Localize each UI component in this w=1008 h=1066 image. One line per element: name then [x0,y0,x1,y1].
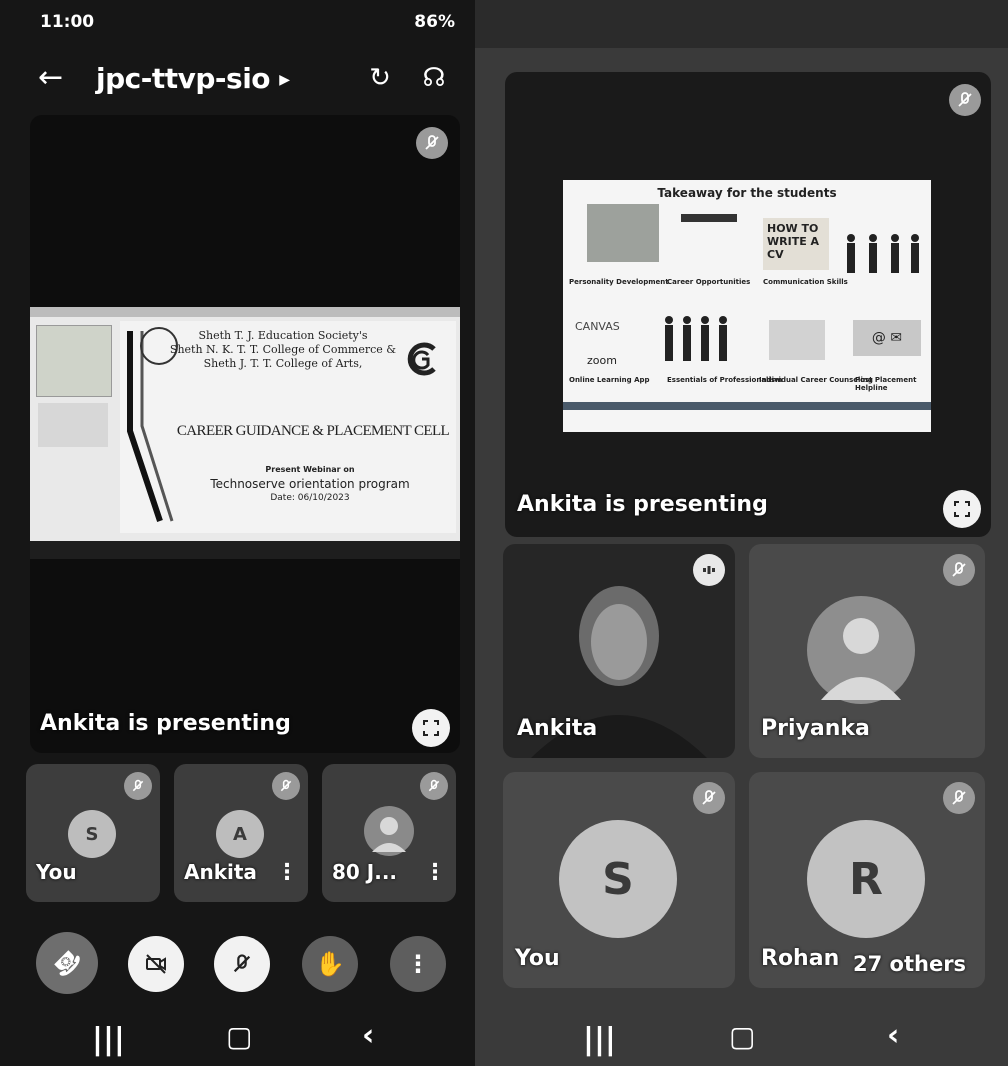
switch-camera-icon[interactable]: ↻ [364,62,396,94]
avatar: A [216,810,264,858]
more-options-icon[interactable]: ⋮ [276,860,298,885]
speaking-indicator-icon [693,554,725,586]
shared-slide: Takeaway for the students HOW TO WRITE A… [563,180,931,432]
presenting-label: Ankita is presenting [40,711,291,736]
mic-off-icon [233,954,251,973]
status-bar: 11:00 86% [40,12,455,38]
status-battery: 86% [414,12,455,32]
participant-name: Ankita [184,860,257,884]
slide-cv-graphic: HOW TO WRITE A CV [763,218,829,270]
slide-heading: CAREER GUIDANCE & PLACEMENT CELL [176,423,450,439]
professionals-icon [665,316,727,361]
participant-tile-you[interactable]: S You [26,764,160,902]
back-nav-icon[interactable]: ‹ [887,1018,899,1053]
business-people-icon [847,234,919,273]
slide-line-2: Sheth N. K. T. T. College of Commerce & [169,343,397,356]
left-phone-screen: 11:00 86% ← jpc-ttvp-sio ▶ ↻ ☊ Sheth T. … [0,0,475,1066]
others-count: 27 others [853,952,967,976]
headphones-icon[interactable]: ☊ [418,62,450,94]
phone-hangup-icon: ☎ [46,942,88,984]
fullscreen-icon[interactable] [412,709,450,747]
raise-hand-button[interactable]: ✋ [302,936,358,992]
end-call-button[interactable]: ☎ [36,932,98,994]
cell-logo-icon [402,339,442,379]
avatar: R [807,820,925,938]
participant-name: 80 J... [332,860,398,884]
mic-off-icon [272,772,300,800]
contact-icon: @ ✉ [853,320,921,356]
avatar: S [559,820,677,938]
mic-toggle-button[interactable] [214,936,270,992]
presenting-label: Ankita is presenting [517,492,768,517]
slide-thumbnail [36,325,112,397]
shared-screen: Sheth T. J. Education Society's Sheth N.… [30,307,460,559]
meeting-topbar: ← jpc-ttvp-sio ▶ ↻ ☊ [30,58,455,102]
recents-icon[interactable]: ||| [92,1022,125,1057]
mic-off-icon [943,782,975,814]
counseling-image [769,320,825,360]
zoom-logo: zoom [587,354,617,367]
participant-tile-80j[interactable]: 80 J... ⋮ [322,764,456,902]
meeting-code[interactable]: jpc-ttvp-sio ▶ [96,62,290,95]
hand-icon: ✋ [315,950,345,978]
taskbar [30,541,460,559]
slide-image [587,204,659,262]
slide-caption: Career Opportunities [667,278,751,286]
mic-off-icon [124,772,152,800]
slide-line-1: Sheth T. J. Education Society's [198,329,368,342]
profile-photo [807,596,915,704]
slide-caption: Personality Development [569,278,669,286]
participant-name: You [515,946,560,971]
participant-tile-ankita[interactable]: Ankita [503,544,735,758]
slide-date: Date: 06/10/2023 [270,493,350,503]
status-time: 11:00 [40,12,95,32]
mic-off-icon [949,84,981,116]
right-phone-screen: Takeaway for the students HOW TO WRITE A… [475,48,1008,1066]
avatar: S [68,810,116,858]
mic-off-icon [420,772,448,800]
mic-off-icon [943,554,975,586]
slide-caption: Communication Skills [763,278,848,286]
participant-tile-others[interactable]: R Rohan 27 others [749,772,985,988]
chevron-right-icon: ▶ [279,72,290,88]
participant-tile-you[interactable]: S You [503,772,735,988]
more-options-icon[interactable]: ⋮ [424,860,446,885]
profile-photo [364,806,414,856]
camera-toggle-button[interactable] [128,936,184,992]
participant-name: Priyanka [761,716,870,741]
back-arrow-icon[interactable]: ← [38,60,63,95]
presentation-tile[interactable]: Takeaway for the students HOW TO WRITE A… [505,72,991,537]
participant-name: Ankita [517,716,598,741]
slide-present: Present Webinar on [265,465,355,474]
recents-icon[interactable]: ||| [583,1022,616,1057]
home-icon[interactable]: ▢ [729,1020,755,1053]
participant-name: You [36,860,77,884]
slide-caption: Online Learning App [569,376,650,384]
home-icon[interactable]: ▢ [226,1020,252,1053]
fullscreen-icon[interactable] [943,490,981,528]
slide-thumbnail-2 [38,403,108,447]
slide-image [681,214,737,222]
participant-tile-ankita[interactable]: A Ankita ⋮ [174,764,308,902]
mic-off-icon [416,127,448,159]
camera-off-icon [146,954,166,974]
more-options-button[interactable]: ⋮ [390,936,446,992]
slide-title: Takeaway for the students [657,186,837,200]
participant-name: Rohan [761,946,840,971]
canvas-logo: CANVAS [575,320,620,333]
presentation-tile[interactable]: Sheth T. J. Education Society's Sheth N.… [30,115,460,753]
slide-caption: Post Placement Helpline [855,376,917,392]
back-nav-icon[interactable]: ‹ [362,1018,374,1053]
slide-title: Technoserve orientation program [210,477,410,491]
participant-tile-priyanka[interactable]: Priyanka [749,544,985,758]
meeting-code-text: jpc-ttvp-sio [96,62,271,95]
more-vertical-icon: ⋮ [406,950,430,978]
mic-off-icon [693,782,725,814]
slide-line-3: Sheth J. T. T. College of Arts, [203,357,363,370]
